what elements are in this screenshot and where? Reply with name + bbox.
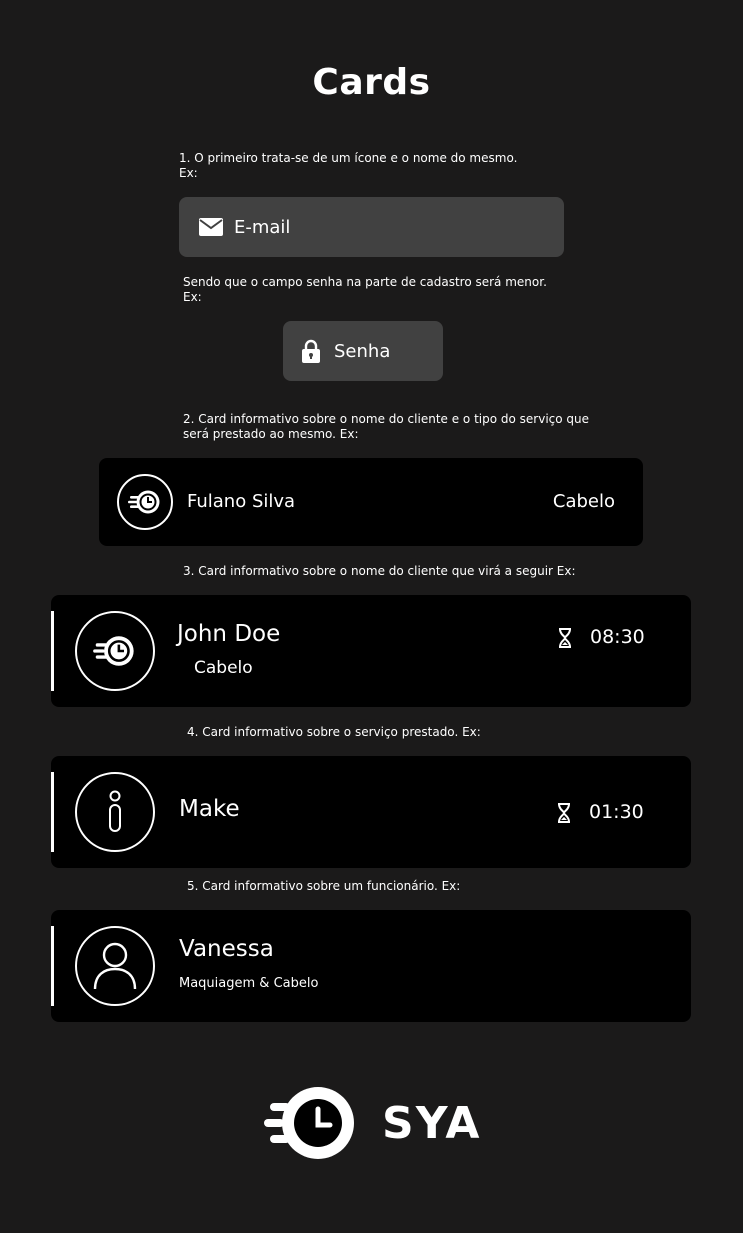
page-title: Cards [312, 62, 431, 103]
logo-wordmark: SYA [382, 1098, 482, 1149]
mail-icon [199, 218, 223, 236]
logo-clock-icon [264, 1087, 354, 1159]
password-field-label: Senha [334, 340, 391, 362]
card-accent-bar [51, 926, 54, 1006]
password-field[interactable]: Senha [283, 321, 443, 381]
note-5: 5. Card informativo sobre um funcionário… [187, 879, 461, 893]
next-client-card[interactable]: John Doe Cabelo 08:30 [51, 595, 691, 707]
fast-clock-icon [117, 474, 173, 530]
note-1b: Sendo que o campo senha na parte de cada… [183, 275, 547, 304]
service-name: Cabelo [552, 491, 615, 512]
next-client-service: Cabelo [194, 658, 253, 678]
hourglass-icon [559, 628, 571, 648]
note-2: 2. Card informativo sobre o nome do clie… [183, 412, 590, 441]
fast-clock-icon [75, 611, 155, 691]
card-accent-bar [51, 611, 54, 691]
email-field-label: E-mail [234, 216, 291, 238]
client-service-card[interactable]: Fulano Silva Cabelo [99, 458, 643, 546]
card-accent-bar [51, 772, 54, 852]
service-card-name: Make [179, 796, 240, 822]
employee-name: Vanessa [179, 936, 274, 962]
note-4: 4. Card informativo sobre o serviço pres… [187, 725, 481, 739]
email-field[interactable]: E-mail [179, 197, 564, 257]
employee-card[interactable]: Vanessa Maquiagem & Cabelo [51, 910, 691, 1022]
user-icon [75, 926, 155, 1006]
note-1: 1. O primeiro trata-se de um ícone e o n… [179, 151, 518, 180]
service-card-time: 01:30 [589, 801, 644, 823]
info-icon [75, 772, 155, 852]
next-client-name: John Doe [177, 621, 281, 647]
hourglass-icon [558, 803, 570, 823]
lock-icon [302, 339, 320, 363]
client-name: Fulano Silva [187, 491, 296, 512]
employee-role: Maquiagem & Cabelo [179, 976, 319, 991]
next-client-time: 08:30 [590, 626, 645, 648]
note-3: 3. Card informativo sobre o nome do clie… [183, 564, 576, 578]
service-card[interactable]: Make 01:30 [51, 756, 691, 868]
